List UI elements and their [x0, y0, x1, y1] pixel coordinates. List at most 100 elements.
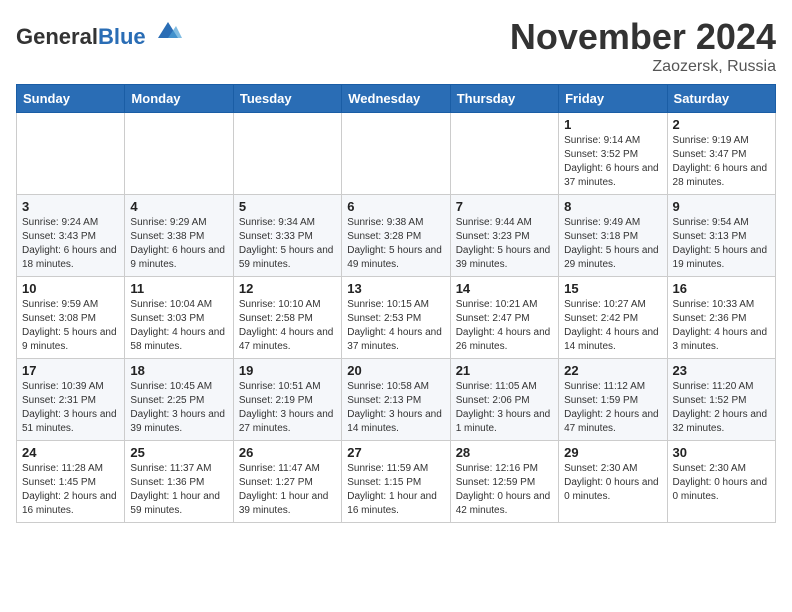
day-info: Sunrise: 10:10 AMSunset: 2:58 PMDaylight… [239, 298, 336, 354]
day-number: 17 [22, 363, 119, 378]
weekday-header-sunday: Sunday [17, 85, 125, 113]
page-header: GeneralBlue November 2024 Zaozersk, Russ… [16, 16, 776, 76]
day-cell: 11 Sunrise: 10:04 AMSunset: 3:03 PMDaylig… [125, 277, 233, 359]
day-number: 29 [564, 445, 661, 460]
day-cell: 12 Sunrise: 10:10 AMSunset: 2:58 PMDaylig… [233, 277, 341, 359]
day-cell: 26 Sunrise: 11:47 AMSunset: 1:27 PMDaylig… [233, 441, 341, 523]
day-info: Sunrise: 9:19 AMSunset: 3:47 PMDaylight:… [673, 134, 770, 190]
day-cell: 9 Sunrise: 9:54 AMSunset: 3:13 PMDaylight… [667, 195, 775, 277]
logo-blue-text: Blue [98, 24, 146, 49]
day-cell: 8Sunrise: 9:49 AMSunset: 3:18 PMDaylight… [559, 195, 667, 277]
day-number: 13 [347, 281, 444, 296]
day-cell: 10Sunrise: 9:59 AMSunset: 3:08 PMDayligh… [17, 277, 125, 359]
day-info: Sunrise: 11:05 AMSunset: 2:06 PMDaylight… [456, 380, 553, 436]
day-cell: 25Sunrise: 11:37 AMSunset: 1:36 PMDaylig… [125, 441, 233, 523]
weekday-header-tuesday: Tuesday [233, 85, 341, 113]
day-cell: 23 Sunrise: 11:20 AMSunset: 1:52 PMDaylig… [667, 359, 775, 441]
day-info: Sunrise: 9:29 AMSunset: 3:38 PMDaylight:… [130, 216, 227, 272]
day-info: Sunrise: 9:34 AMSunset: 3:33 PMDaylight:… [239, 216, 336, 272]
day-number: 15 [564, 281, 661, 296]
day-info: Sunrise: 11:59 AMSunset: 1:15 PMDaylight… [347, 462, 444, 518]
weekday-header-wednesday: Wednesday [342, 85, 450, 113]
day-number: 2 [673, 117, 770, 132]
day-number: 3 [22, 199, 119, 214]
day-info: Sunrise: 10:45 AMSunset: 2:25 PMDaylight… [130, 380, 227, 436]
month-title: November 2024 [510, 16, 776, 58]
day-number: 24 [22, 445, 119, 460]
day-number: 30 [673, 445, 770, 460]
day-number: 28 [456, 445, 553, 460]
day-number: 12 [239, 281, 336, 296]
day-cell: 28 Sunrise: 12:16 PMSunset: 12:59 PMDayli… [450, 441, 558, 523]
day-number: 1 [564, 117, 661, 132]
day-info: Sunrise: 9:44 AMSunset: 3:23 PMDaylight:… [456, 216, 553, 272]
day-number: 18 [130, 363, 227, 378]
weekday-header-friday: Friday [559, 85, 667, 113]
day-number: 11 [130, 281, 227, 296]
week-row-4: 17 Sunrise: 10:39 AMSunset: 2:31 PMDaylig… [17, 359, 776, 441]
day-number: 20 [347, 363, 444, 378]
day-info: Sunrise: 9:24 AMSunset: 3:43 PMDaylight:… [22, 216, 119, 272]
day-cell [125, 113, 233, 195]
week-row-1: 1 Sunrise: 9:14 AMSunset: 3:52 PMDaylight… [17, 113, 776, 195]
day-info: Sunrise: 12:16 PMSunset: 12:59 PMDayligh… [456, 462, 553, 518]
day-cell: 7 Sunrise: 9:44 AMSunset: 3:23 PMDaylight… [450, 195, 558, 277]
day-info: Sunrise: 11:12 AMSunset: 1:59 PMDaylight… [564, 380, 661, 436]
day-cell: 14Sunrise: 10:21 AMSunset: 2:47 PMDaylig… [450, 277, 558, 359]
logo: GeneralBlue [16, 16, 182, 49]
day-info: Sunrise: 10:21 AMSunset: 2:47 PMDaylight… [456, 298, 553, 354]
day-info: Sunset: 2:30 AMDaylight: 0 hours and 0 m… [673, 462, 770, 504]
day-info: Sunrise: 9:54 AMSunset: 3:13 PMDaylight:… [673, 216, 770, 272]
day-info: Sunrise: 10:39 AMSunset: 2:31 PMDaylight… [22, 380, 119, 436]
day-cell: 13Sunrise: 10:15 AMSunset: 2:53 PMDaylig… [342, 277, 450, 359]
day-info: Sunrise: 10:51 AMSunset: 2:19 PMDaylight… [239, 380, 336, 436]
day-number: 16 [673, 281, 770, 296]
day-cell: 6Sunrise: 9:38 AMSunset: 3:28 PMDaylight… [342, 195, 450, 277]
title-block: November 2024 Zaozersk, Russia [510, 16, 776, 76]
day-info: Sunrise: 9:14 AMSunset: 3:52 PMDaylight:… [564, 134, 661, 190]
day-number: 7 [456, 199, 553, 214]
day-cell: 4 Sunrise: 9:29 AMSunset: 3:38 PMDaylight… [125, 195, 233, 277]
day-number: 22 [564, 363, 661, 378]
logo-icon [154, 16, 182, 44]
day-cell: 15 Sunrise: 10:27 AMSunset: 2:42 PMDaylig… [559, 277, 667, 359]
day-info: Sunrise: 11:20 AMSunset: 1:52 PMDaylight… [673, 380, 770, 436]
day-cell: 19Sunrise: 10:51 AMSunset: 2:19 PMDaylig… [233, 359, 341, 441]
day-cell: 16 Sunrise: 10:33 AMSunset: 2:36 PMDaylig… [667, 277, 775, 359]
day-cell: 24 Sunrise: 11:28 AMSunset: 1:45 PMDaylig… [17, 441, 125, 523]
weekday-header-row: SundayMondayTuesdayWednesdayThursdayFrid… [17, 85, 776, 113]
logo-general-text: General [16, 24, 98, 49]
day-cell: 17 Sunrise: 10:39 AMSunset: 2:31 PMDaylig… [17, 359, 125, 441]
day-info: Sunrise: 10:04 AMSunset: 3:03 PMDaylight… [130, 298, 227, 354]
day-cell: 29 Sunset: 2:30 AMDaylight: 0 hours and 0… [559, 441, 667, 523]
day-info: Sunrise: 11:47 AMSunset: 1:27 PMDaylight… [239, 462, 336, 518]
day-info: Sunrise: 10:27 AMSunset: 2:42 PMDaylight… [564, 298, 661, 354]
weekday-header-saturday: Saturday [667, 85, 775, 113]
day-number: 9 [673, 199, 770, 214]
day-cell: 30 Sunset: 2:30 AMDaylight: 0 hours and 0… [667, 441, 775, 523]
day-info: Sunrise: 10:33 AMSunset: 2:36 PMDaylight… [673, 298, 770, 354]
day-cell: 18 Sunrise: 10:45 AMSunset: 2:25 PMDaylig… [125, 359, 233, 441]
day-cell [342, 113, 450, 195]
day-number: 4 [130, 199, 227, 214]
day-cell [450, 113, 558, 195]
day-info: Sunrise: 11:28 AMSunset: 1:45 PMDaylight… [22, 462, 119, 518]
day-cell: 3 Sunrise: 9:24 AMSunset: 3:43 PMDaylight… [17, 195, 125, 277]
day-number: 8 [564, 199, 661, 214]
day-cell: 1 Sunrise: 9:14 AMSunset: 3:52 PMDaylight… [559, 113, 667, 195]
day-number: 21 [456, 363, 553, 378]
week-row-3: 10Sunrise: 9:59 AMSunset: 3:08 PMDayligh… [17, 277, 776, 359]
day-cell [17, 113, 125, 195]
week-row-5: 24 Sunrise: 11:28 AMSunset: 1:45 PMDaylig… [17, 441, 776, 523]
location: Zaozersk, Russia [510, 58, 776, 76]
day-cell [233, 113, 341, 195]
day-info: Sunrise: 10:58 AMSunset: 2:13 PMDaylight… [347, 380, 444, 436]
day-cell: 27Sunrise: 11:59 AMSunset: 1:15 PMDaylig… [342, 441, 450, 523]
day-number: 10 [22, 281, 119, 296]
day-number: 23 [673, 363, 770, 378]
day-cell: 2 Sunrise: 9:19 AMSunset: 3:47 PMDaylight… [667, 113, 775, 195]
day-number: 26 [239, 445, 336, 460]
day-cell: 21 Sunrise: 11:05 AMSunset: 2:06 PMDaylig… [450, 359, 558, 441]
day-info: Sunset: 2:30 AMDaylight: 0 hours and 0 m… [564, 462, 661, 504]
day-cell: 22 Sunrise: 11:12 AMSunset: 1:59 PMDaylig… [559, 359, 667, 441]
